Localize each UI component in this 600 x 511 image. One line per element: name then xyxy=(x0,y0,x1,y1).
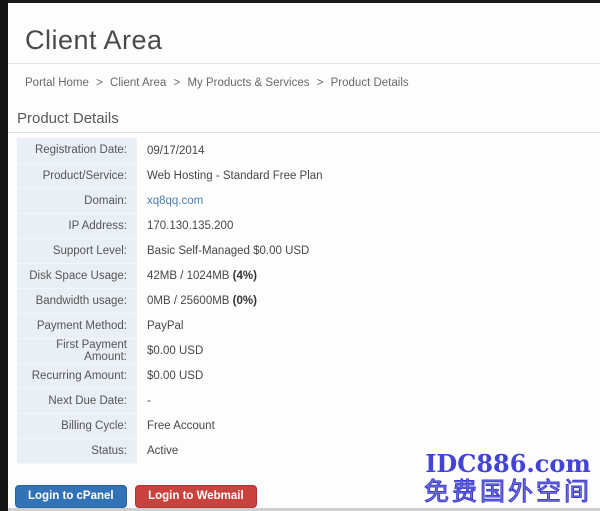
row-label: Next Due Date: xyxy=(17,388,137,413)
row-label: Disk Space Usage: xyxy=(17,263,137,288)
table-row-bandwidth-usage: Bandwidth usage: 0MB / 25600MB (0%) xyxy=(17,288,567,313)
disk-space-percent: (4%) xyxy=(233,270,257,282)
row-label: Domain: xyxy=(17,188,137,213)
row-value: 170.130.135.200 xyxy=(137,213,567,238)
table-row-first-payment-amount: First Payment Amount: $0.00 USD xyxy=(17,338,567,363)
row-value: PayPal xyxy=(137,313,567,338)
row-value: 0MB / 25600MB (0%) xyxy=(137,288,567,313)
row-label: Payment Method: xyxy=(17,313,137,338)
row-value: 09/17/2014 xyxy=(137,138,567,163)
row-label: Bandwidth usage: xyxy=(17,288,137,313)
row-value: 42MB / 1024MB (4%) xyxy=(137,263,567,288)
row-label: Billing Cycle: xyxy=(17,413,137,438)
row-label: Status: xyxy=(17,438,137,463)
table-row-next-due-date: Next Due Date: - xyxy=(17,388,567,413)
section-title: Product Details xyxy=(17,110,600,128)
breadcrumb-item-product-details[interactable]: Product Details xyxy=(331,77,409,89)
breadcrumb-item-my-products-services[interactable]: My Products & Services xyxy=(187,77,309,89)
table-row-disk-space-usage: Disk Space Usage: 42MB / 1024MB (4%) xyxy=(17,263,567,288)
first-payment-amount-value: $0.00 USD xyxy=(147,345,203,357)
row-label: Support Level: xyxy=(17,238,137,263)
row-value: xq8qq.com xyxy=(137,188,567,213)
header-divider xyxy=(8,63,600,64)
table-row-recurring-amount: Recurring Amount: $0.00 USD xyxy=(17,363,567,388)
domain-link[interactable]: xq8qq.com xyxy=(147,195,203,207)
breadcrumb-item-client-area[interactable]: Client Area xyxy=(110,77,166,89)
page-title: Client Area xyxy=(25,24,600,56)
table-row-registration-date: Registration Date: 09/17/2014 xyxy=(17,138,567,163)
ip-address-value: 170.130.135.200 xyxy=(147,220,233,232)
billing-cycle-value: Free Account xyxy=(147,420,215,432)
breadcrumb: Portal Home > Client Area > My Products … xyxy=(25,77,600,89)
table-row-ip-address: IP Address: 170.130.135.200 xyxy=(17,213,567,238)
disk-space-value: 42MB / 1024MB xyxy=(147,270,233,282)
product-details-table: Registration Date: 09/17/2014 Product/Se… xyxy=(17,138,567,464)
breadcrumb-item-portal-home[interactable]: Portal Home xyxy=(25,77,89,89)
product-service-value: Web Hosting - Standard Free Plan xyxy=(147,170,323,182)
breadcrumb-separator: > xyxy=(96,77,103,89)
row-label: First Payment Amount: xyxy=(17,338,137,363)
row-value: - xyxy=(137,388,567,413)
table-row-support-level: Support Level: Basic Self-Managed $0.00 … xyxy=(17,238,567,263)
bandwidth-value: 0MB / 25600MB xyxy=(147,295,233,307)
payment-method-value: PayPal xyxy=(147,320,183,332)
next-due-date-value: - xyxy=(147,395,151,407)
row-label: Product/Service: xyxy=(17,163,137,188)
login-to-webmail-button[interactable]: Login to Webmail xyxy=(135,485,257,508)
breadcrumb-separator: > xyxy=(317,77,324,89)
support-level-value: Basic Self-Managed $0.00 USD xyxy=(147,245,309,257)
row-value: Free Account xyxy=(137,413,567,438)
table-row-billing-cycle: Billing Cycle: Free Account xyxy=(17,413,567,438)
row-label: IP Address: xyxy=(17,213,137,238)
table-row-domain: Domain: xq8qq.com xyxy=(17,188,567,213)
row-value: $0.00 USD xyxy=(137,338,567,363)
status-value: Active xyxy=(147,445,178,457)
login-to-cpanel-button[interactable]: Login to cPanel xyxy=(15,485,127,508)
client-area-page: Client Area Portal Home > Client Area > … xyxy=(8,0,600,508)
table-row-payment-method: Payment Method: PayPal xyxy=(17,313,567,338)
registration-date-value: 09/17/2014 xyxy=(147,145,205,157)
action-buttons: Login to cPanel Login to Webmail xyxy=(15,485,600,508)
row-value: Basic Self-Managed $0.00 USD xyxy=(137,238,567,263)
recurring-amount-value: $0.00 USD xyxy=(147,370,203,382)
row-value: $0.00 USD xyxy=(137,363,567,388)
section-divider xyxy=(8,132,600,133)
left-border xyxy=(0,0,8,511)
table-row-status: Status: Active xyxy=(17,438,567,463)
bandwidth-percent: (0%) xyxy=(233,295,257,307)
row-label: Recurring Amount: xyxy=(17,363,137,388)
row-value: Active xyxy=(137,438,567,463)
table-row-product-service: Product/Service: Web Hosting - Standard … xyxy=(17,163,567,188)
row-value: Web Hosting - Standard Free Plan xyxy=(137,163,567,188)
breadcrumb-separator: > xyxy=(174,77,181,89)
row-label: Registration Date: xyxy=(17,138,137,163)
